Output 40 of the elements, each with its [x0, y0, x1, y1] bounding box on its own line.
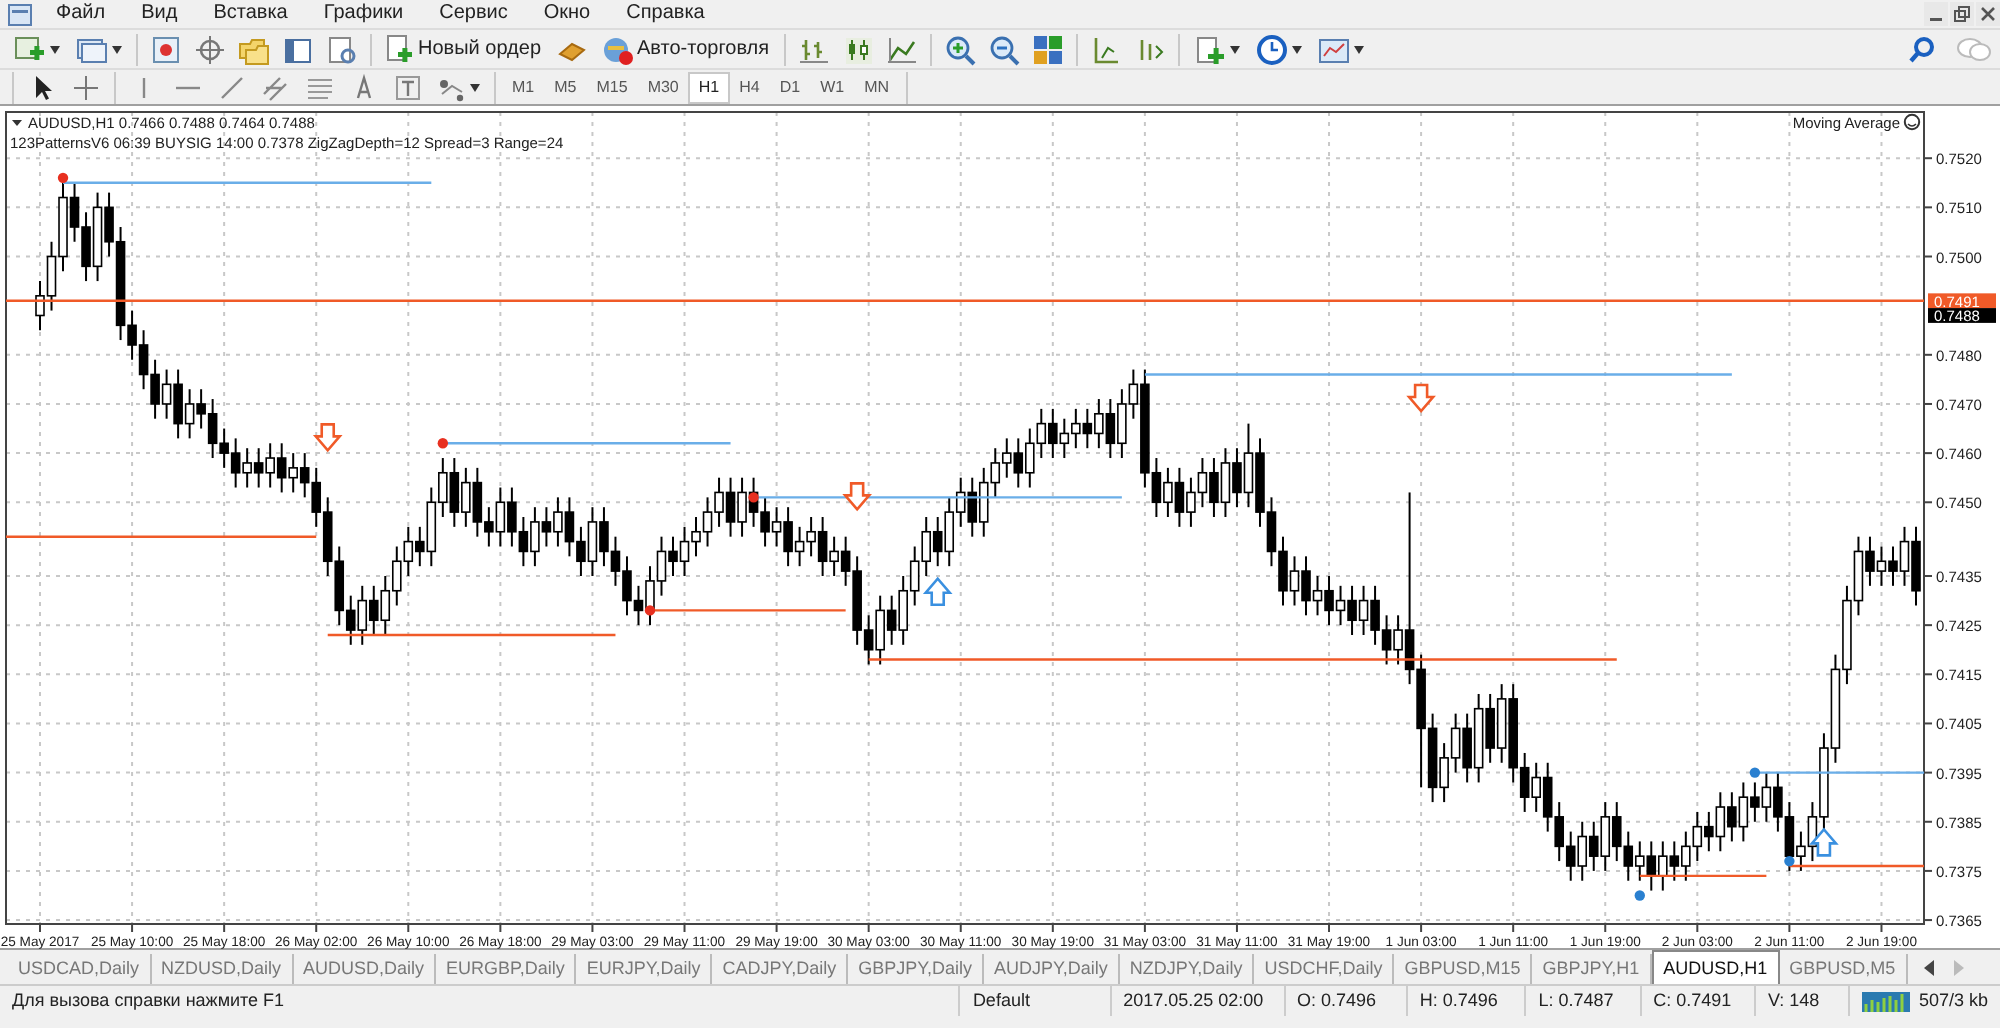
timeframe-button[interactable]: M1: [502, 71, 545, 103]
menu-item[interactable]: Вид: [123, 0, 196, 28]
chart-tab[interactable]: GBPUSD,M5: [1779, 954, 1908, 984]
traffic-counter: 507/3 kb: [1918, 988, 1988, 1014]
chart-tab[interactable]: EURJPY,Daily: [576, 954, 713, 984]
menu-item[interactable]: Графики: [305, 0, 422, 28]
menu-item[interactable]: Вставка: [195, 0, 306, 28]
new-order-button[interactable]: Новый ордер: [378, 31, 549, 67]
chart-tab[interactable]: USDCAD,Daily: [8, 954, 152, 984]
chart-tab[interactable]: EURGBP,Daily: [436, 954, 577, 984]
chart-tab[interactable]: GBPUSD,M15: [1394, 954, 1533, 984]
bar-time: 2017.05.25 02:00: [1109, 986, 1284, 1016]
chart-tab[interactable]: NZDJPY,Daily: [1119, 954, 1255, 984]
menu-item[interactable]: Сервис: [421, 0, 526, 28]
menu-item[interactable]: Окно: [525, 0, 609, 28]
chart-tab[interactable]: USDCHF,Daily: [1254, 954, 1395, 984]
volume: V: 148: [1753, 986, 1849, 1016]
timeframe-button[interactable]: D1: [769, 71, 811, 103]
chart-tab[interactable]: AUDJPY,Daily: [983, 954, 1120, 984]
timeframe-button[interactable]: M30: [637, 71, 689, 103]
high-price: H: 0.7496: [1405, 986, 1525, 1016]
chart-tab[interactable]: GBPJPY,Daily: [848, 954, 984, 984]
chart-tab[interactable]: AUDUSD,Daily: [293, 954, 437, 984]
low-price: L: 0.7487: [1524, 986, 1640, 1016]
profile-name: Default: [958, 986, 1110, 1016]
menu-item[interactable]: Файл: [38, 0, 124, 28]
chart-tab[interactable]: CADJPY,Daily: [712, 954, 849, 984]
menu-item[interactable]: Справка: [608, 0, 723, 28]
timeframe-button[interactable]: H1: [688, 71, 730, 103]
timeframe-button[interactable]: H4: [729, 71, 770, 103]
timeframe-button[interactable]: M5: [544, 71, 587, 103]
timeframe-button[interactable]: MN: [854, 71, 900, 103]
auto-trading-button[interactable]: Авто-торговля: [593, 31, 778, 67]
chart-tab[interactable]: AUDUSD,H1: [1651, 950, 1780, 984]
close-price: C: 0.7491: [1639, 986, 1754, 1016]
chart-tab[interactable]: NZDUSD,Daily: [151, 954, 294, 984]
timeframe-button[interactable]: W1: [810, 71, 855, 103]
timeframe-button[interactable]: M15: [586, 71, 638, 103]
status-help-text: Для вызова справки нажмите F1: [10, 988, 287, 1014]
open-price: O: 0.7496: [1283, 986, 1406, 1016]
